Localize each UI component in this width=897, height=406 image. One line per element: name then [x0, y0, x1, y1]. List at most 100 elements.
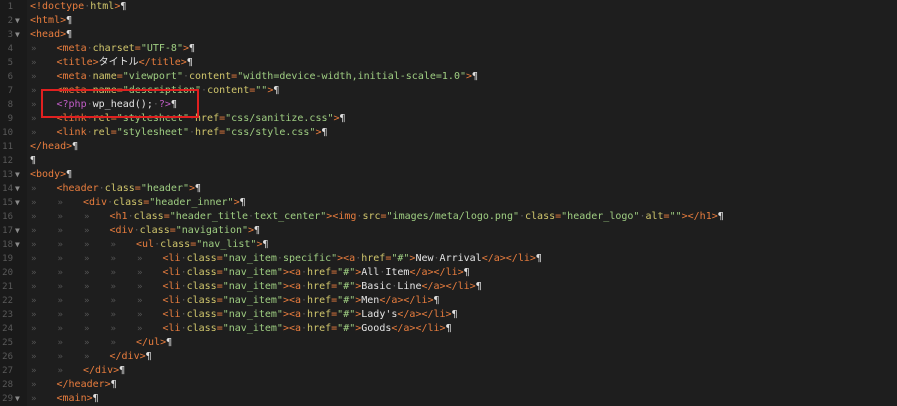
code-token: </title> [138, 57, 187, 68]
fold-arrow-icon[interactable]: ▼ [15, 28, 20, 42]
code-line[interactable]: 22»»»»» <li·class="nav_item"><a·href="#">… [0, 294, 897, 308]
pilcrow-icon: ¶ [445, 323, 452, 334]
code-line[interactable]: 6» <meta·name="viewport"·content="width=d… [0, 70, 897, 84]
indent-marker: » [31, 226, 37, 236]
indent-marker: » [31, 366, 37, 376]
code-token: ><a [282, 281, 302, 292]
line-number: 9 [7, 114, 13, 124]
code-token: href [195, 127, 220, 138]
code-token: <!doctype [30, 1, 85, 12]
code-text: » <main>¶ [30, 392, 99, 406]
code-token: name [92, 71, 117, 82]
code-line[interactable]: 12 ¶ [0, 154, 897, 168]
line-number: 13 [2, 170, 13, 180]
code-line[interactable]: 10» <link·rel="stylesheet"·href="css/styl… [0, 126, 897, 140]
code-text: »»»»» <li·class="nav_item"><a·href="#">Me… [30, 294, 440, 308]
indent-marker: » [31, 296, 37, 306]
indent-marker: » [31, 282, 37, 292]
code-token: "stylesheet" [116, 127, 189, 138]
code-line[interactable]: 14 ▼» <header·class="header">¶ [0, 182, 897, 196]
pilcrow-icon: ¶ [120, 1, 127, 12]
indent-marker: » [57, 324, 63, 334]
code-text: </head>¶ [30, 140, 78, 154]
line-number: 10 [2, 128, 13, 138]
code-token: href [307, 267, 332, 278]
code-token: charset [92, 43, 135, 54]
code-line[interactable]: 17 ▼»»» <div·class="navigation">¶ [0, 224, 897, 238]
code-line[interactable]: 15 ▼»» <div·class="header_inner">¶ [0, 196, 897, 210]
code-token: "header_title [169, 211, 249, 222]
line-number: 2 [7, 16, 13, 26]
code-token: "viewport" [122, 71, 183, 82]
pilcrow-icon: ¶ [321, 127, 328, 138]
code-token: </a></li> [397, 309, 452, 320]
fold-arrow-icon[interactable]: ▼ [15, 224, 20, 238]
code-text: »»»»» <li·class="nav_item"><a·href="#">La… [30, 308, 458, 322]
code-line[interactable]: 20»»»»» <li·class="nav_item"><a·href="#">… [0, 266, 897, 280]
code-line[interactable]: 24»»»»» <li·class="nav_item"><a·href="#">… [0, 322, 897, 336]
code-token: </div> [83, 365, 120, 376]
code-line[interactable]: 26 » » » </div>¶ [0, 350, 897, 364]
indent-marker: » [84, 212, 90, 222]
fold-arrow-icon[interactable]: ▼ [15, 168, 20, 182]
code-line[interactable]: 11 </head>¶ [0, 140, 897, 154]
code-line[interactable]: 13 ▼ <body>¶ [0, 168, 897, 182]
code-line[interactable]: 1 <!doctype·html>¶ [0, 0, 897, 14]
line-number: 21 [2, 282, 13, 292]
code-token: ><a [282, 267, 302, 278]
code-token: alt [645, 211, 664, 222]
code-line[interactable]: 29 ▼ » <main>¶ [0, 392, 897, 406]
code-line[interactable]: 16»»» <h1·class="header_title·text_center… [0, 210, 897, 224]
code-line[interactable]: 19»»»»» <li·class="nav_item·specific"><a·… [0, 252, 897, 266]
indent-marker: » [57, 268, 63, 278]
code-token: </head> [30, 141, 73, 152]
code-line[interactable]: 28 » </header>¶ [0, 378, 897, 392]
indent-marker: » [57, 240, 63, 250]
pilcrow-icon: ¶ [475, 281, 482, 292]
code-editor[interactable]: 1 <!doctype·html>¶ 2 ▼ <html>¶ 3 ▼ <head>¶ 4» <me… [0, 0, 897, 406]
indent-marker: » [137, 324, 143, 334]
code-line[interactable]: 3 ▼ <head>¶ [0, 28, 897, 42]
code-text: » </header>¶ [30, 378, 117, 392]
pilcrow-icon: ¶ [66, 15, 73, 26]
code-token: </a></li> [481, 253, 536, 264]
code-line[interactable]: 2 ▼ <html>¶ [0, 14, 897, 28]
code-line[interactable]: 21»»»»» <li·class="nav_item"><a·href="#">… [0, 280, 897, 294]
line-number: 16 [2, 212, 13, 222]
fold-arrow-icon[interactable]: ▼ [15, 238, 20, 252]
line-number: 26 [2, 352, 13, 362]
code-token: <body> [30, 169, 67, 180]
code-token: "css/sanitize.css" [225, 113, 334, 124]
pilcrow-icon: ¶ [66, 169, 73, 180]
code-token: "images/meta/logo.png" [386, 211, 519, 222]
code-line[interactable]: 18 ▼»»»» <ul·class="nav_list">¶ [0, 238, 897, 252]
fold-arrow-icon[interactable]: ▼ [15, 196, 20, 210]
code-token: <meta [56, 71, 87, 82]
code-token: Basic [361, 281, 392, 292]
code-token: "nav_item" [222, 295, 283, 306]
line-number: 18 [2, 240, 13, 250]
line-number: 17 [2, 226, 13, 236]
code-token: class [525, 211, 556, 222]
indent-marker: » [31, 254, 37, 264]
code-line[interactable]: 4» <meta·charset="UTF-8">¶ [0, 42, 897, 56]
indent-marker: » [84, 240, 90, 250]
indent-marker: » [110, 254, 116, 264]
code-token: "header" [140, 183, 189, 194]
indent-marker: » [137, 268, 143, 278]
fold-arrow-icon[interactable]: ▼ [15, 14, 20, 28]
code-token: text_center" [254, 211, 327, 222]
code-token: "nav_item" [222, 281, 283, 292]
fold-arrow-icon[interactable]: ▼ [15, 392, 20, 406]
code-token: </a></li> [421, 281, 476, 292]
fold-arrow-icon[interactable]: ▼ [15, 182, 20, 196]
indent-marker: » [57, 212, 63, 222]
code-line[interactable]: 5 » <title>タイトル</title>¶ [0, 56, 897, 70]
indent-marker: » [31, 380, 37, 390]
code-line[interactable]: 25 » » » » </ul>¶ [0, 336, 897, 350]
code-line[interactable]: 27 » » </div>¶ [0, 364, 897, 378]
code-token: "#" [337, 295, 356, 306]
line-number: 20 [2, 268, 13, 278]
code-line[interactable]: 23»»»»» <li·class="nav_item"><a·href="#">… [0, 308, 897, 322]
pilcrow-icon: ¶ [463, 267, 470, 278]
